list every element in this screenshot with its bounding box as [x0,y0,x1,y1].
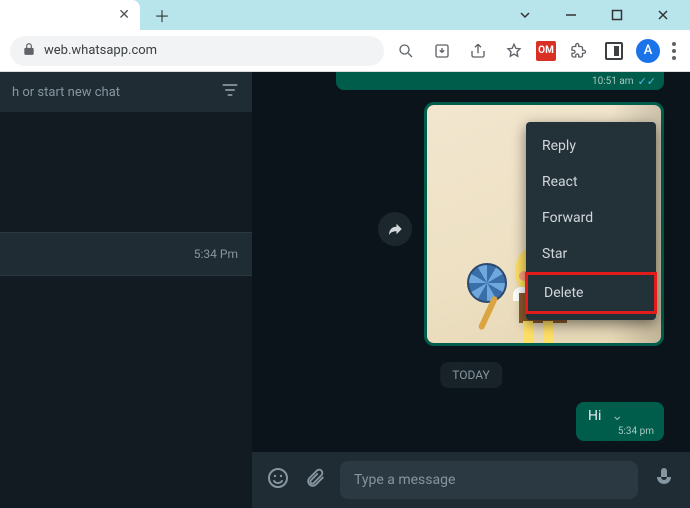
menu-item-reply[interactable]: Reply [526,128,656,164]
window-dropdown-icon[interactable] [502,0,548,30]
window-titlebar: ✕ ＋ [0,0,690,30]
chat-timestamp: 5:34 Pm [194,247,238,261]
address-bar[interactable]: web.whatsapp.com [10,36,384,66]
window-minimize-button[interactable] [548,0,594,30]
menu-item-delete[interactable]: Delete [525,272,657,314]
close-tab-icon[interactable]: ✕ [118,7,130,23]
attach-icon[interactable] [304,467,326,493]
panel-icon[interactable] [600,37,628,65]
input-placeholder: Type a message [354,472,455,488]
window-close-button[interactable] [640,0,686,30]
search-icon[interactable] [392,37,420,65]
message-options-chevron-icon[interactable]: ⌄ [611,408,623,424]
read-receipt-icon: ✓✓ [638,75,656,88]
share-icon[interactable] [464,37,492,65]
forward-share-icon[interactable] [378,212,412,246]
new-tab-button[interactable]: ＋ [150,4,174,26]
extension-om-icon[interactable]: OM [536,41,556,61]
menu-item-forward[interactable]: Forward [526,200,656,236]
search-bar[interactable]: h or start new chat [0,72,252,112]
window-maximize-button[interactable] [594,0,640,30]
outgoing-message[interactable]: Hi ⌄ 5:34 pm [576,402,664,441]
search-placeholder: h or start new chat [12,85,220,100]
menu-item-star[interactable]: Star [526,236,656,272]
sidebar: h or start new chat 5:34 Pm [0,72,252,508]
chat-list-item[interactable]: 5:34 Pm [0,232,252,276]
menu-item-react[interactable]: React [526,164,656,200]
browser-toolbar: web.whatsapp.com OM A [0,30,690,72]
extensions-icon[interactable] [564,37,592,65]
profile-avatar[interactable]: A [636,39,660,63]
message-timestamp: 10:51 am [592,76,634,87]
chat-panel: 10:51 am ✓✓ Reply React Forward Star Del… [252,72,690,508]
mic-icon[interactable] [652,466,676,494]
browser-menu-icon[interactable] [668,38,680,64]
lock-icon [22,42,36,60]
message-timestamp: 5:34 pm [618,426,654,437]
emoji-icon[interactable] [266,466,290,494]
url-text: web.whatsapp.com [44,43,157,58]
filter-icon[interactable] [220,80,240,104]
date-separator: TODAY [440,362,502,388]
message-text: Hi [588,408,601,424]
message-input[interactable]: Type a message [340,461,638,499]
previous-message-footer: 10:51 am ✓✓ [336,72,664,90]
browser-tab[interactable]: ✕ [0,0,140,30]
whatsapp-app: h or start new chat 5:34 Pm 10:51 am ✓✓ [0,72,690,508]
message-composer: Type a message [252,452,690,508]
install-icon[interactable] [428,37,456,65]
message-context-menu: Reply React Forward Star Delete [526,122,656,320]
star-icon[interactable] [500,37,528,65]
